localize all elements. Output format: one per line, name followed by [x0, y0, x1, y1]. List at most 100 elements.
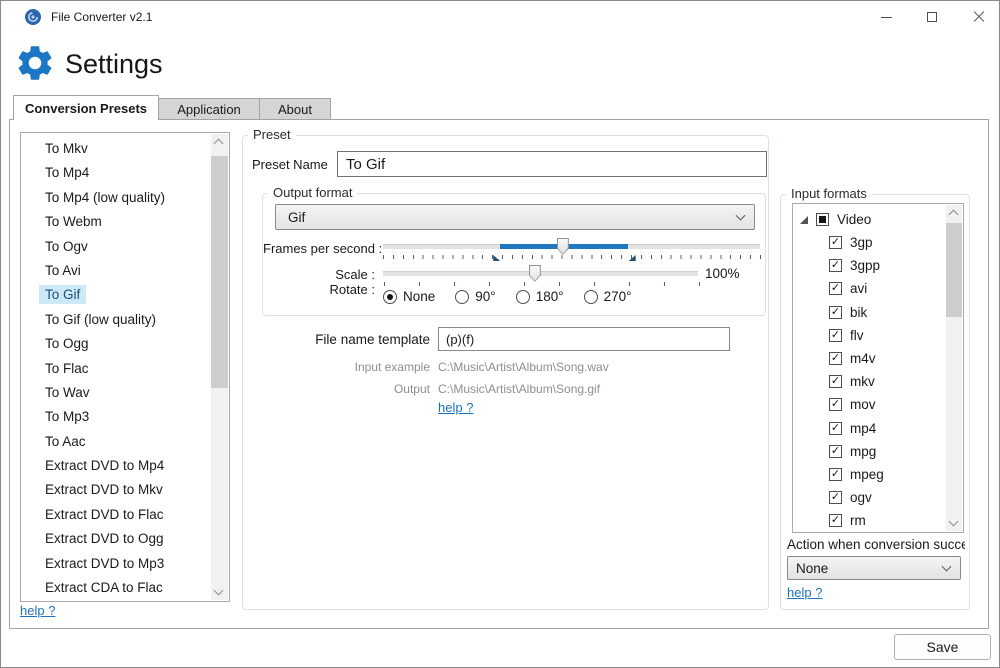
format-row[interactable]: ✓avi: [793, 277, 943, 300]
input-example-label: Input example: [308, 360, 430, 374]
format-label: ogv: [850, 490, 872, 505]
page-title: Settings: [65, 49, 163, 80]
conversion-action-dropdown[interactable]: None: [787, 556, 961, 580]
tab-content-panel: To MkvTo Mp4To Mp4 (low quality)To WebmT…: [9, 119, 989, 629]
preset-name-input[interactable]: [337, 151, 767, 177]
fps-slider[interactable]: [383, 238, 760, 256]
output-format-dropdown[interactable]: Gif: [275, 204, 755, 230]
tab-conversion-presets[interactable]: Conversion Presets: [13, 95, 159, 120]
checkbox-checked-icon[interactable]: ✓: [829, 282, 842, 295]
preset-list-item[interactable]: To Ogg: [21, 332, 211, 356]
format-row[interactable]: ✓mp4: [793, 417, 943, 440]
format-row[interactable]: ✓3gp: [793, 231, 943, 254]
checkbox-checked-icon[interactable]: ✓: [829, 375, 842, 388]
conversion-action-label: Action when conversion succe: [787, 537, 965, 552]
preset-list-item[interactable]: To Wav: [21, 381, 211, 405]
scroll-down-icon[interactable]: [214, 586, 224, 596]
close-icon: [973, 11, 985, 23]
checkbox-indeterminate-icon[interactable]: [816, 213, 829, 226]
fps-slider-thumb[interactable]: [557, 238, 569, 255]
preset-name-label: Preset Name: [252, 157, 328, 172]
radio-icon: [455, 290, 469, 304]
preset-list-item[interactable]: To Flac: [21, 357, 211, 381]
checkbox-checked-icon[interactable]: ✓: [829, 329, 842, 342]
file-name-template-label: File name template: [300, 332, 430, 347]
scale-slider[interactable]: [383, 265, 698, 283]
minimize-button[interactable]: [863, 1, 909, 33]
format-row[interactable]: ✓mpeg: [793, 463, 943, 486]
window-title: File Converter v2.1: [51, 10, 152, 24]
checkbox-checked-icon[interactable]: ✓: [829, 422, 842, 435]
fps-range-start-mark: [493, 255, 500, 261]
checkbox-checked-icon[interactable]: ✓: [829, 236, 842, 249]
format-row[interactable]: ✓mov: [793, 393, 943, 416]
preset-list-item[interactable]: Extract DVD to Flac: [21, 503, 211, 527]
rotate-option-90[interactable]: 90°: [455, 289, 495, 304]
preset-list-item[interactable]: Extract CDA to Flac: [21, 576, 211, 600]
format-label: mkv: [850, 374, 875, 389]
scale-slider-thumb[interactable]: [529, 265, 541, 282]
template-help-link[interactable]: help ?: [438, 400, 473, 415]
checkbox-checked-icon[interactable]: ✓: [829, 259, 842, 272]
preset-list-item[interactable]: To Webm: [21, 210, 211, 234]
app-window: File Converter v2.1 Settings Conversion …: [0, 0, 1000, 668]
scroll-up-icon[interactable]: [948, 210, 958, 220]
rotate-option-270[interactable]: 270°: [584, 289, 632, 304]
format-row[interactable]: ✓ ogv: [793, 486, 943, 509]
scrollbar-thumb[interactable]: [946, 223, 962, 317]
rotate-option-180[interactable]: 180°: [516, 289, 564, 304]
preset-list-item[interactable]: Extract DVD to Mp3: [21, 552, 211, 576]
input-formats-tree[interactable]: Video ✓3gp✓3gpp✓avi✓bik✓flv✓m4v✓mkv✓mov✓…: [792, 203, 964, 533]
tab-application[interactable]: Application: [159, 98, 260, 120]
video-tree-node[interactable]: Video: [793, 208, 871, 231]
format-row[interactable]: ✓m4v: [793, 347, 943, 370]
format-row[interactable]: ✓mpg: [793, 440, 943, 463]
formats-help-link[interactable]: help ?: [787, 585, 822, 600]
preset-list-item[interactable]: To Aac: [21, 430, 211, 454]
preset-list-item[interactable]: To Gif: [21, 283, 211, 307]
tab-about[interactable]: About: [260, 98, 331, 120]
checkbox-checked-icon[interactable]: ✓: [829, 491, 842, 504]
output-example-label: Output: [308, 382, 430, 396]
formats-scrollbar[interactable]: [946, 205, 962, 531]
gear-icon: [14, 42, 56, 84]
preset-list-item[interactable]: To Mp3: [21, 405, 211, 429]
rotate-options: None 90° 180° 270°: [383, 289, 632, 304]
presets-help-link[interactable]: help ?: [20, 603, 55, 618]
scrollbar-thumb[interactable]: [211, 156, 228, 388]
file-name-template-input[interactable]: [438, 327, 730, 351]
maximize-button[interactable]: [909, 1, 955, 33]
preset-list-scrollbar[interactable]: [211, 134, 228, 600]
preset-list-item[interactable]: To Mp4 (low quality): [21, 186, 211, 210]
save-button[interactable]: Save: [894, 634, 991, 660]
format-row[interactable]: ✓bik: [793, 301, 943, 324]
preset-list-item[interactable]: Extract DVD to Ogg: [21, 527, 211, 551]
format-row[interactable]: ✓3gpp: [793, 254, 943, 277]
maximize-icon: [927, 12, 937, 22]
preset-list[interactable]: To MkvTo Mp4To Mp4 (low quality)To WebmT…: [20, 132, 230, 602]
preset-list-item[interactable]: Extract DVD to Mp4: [21, 454, 211, 478]
scroll-down-icon[interactable]: [948, 517, 958, 527]
format-label: rm: [850, 513, 866, 528]
preset-list-item[interactable]: To Avi: [21, 259, 211, 283]
format-row[interactable]: ✓ mkv: [793, 370, 943, 393]
checkbox-checked-icon[interactable]: ✓: [829, 352, 842, 365]
conversion-action-value: None: [796, 561, 828, 576]
close-button[interactable]: [957, 1, 1000, 33]
scroll-up-icon[interactable]: [214, 139, 224, 149]
checkbox-checked-icon[interactable]: ✓: [829, 468, 842, 481]
checkbox-checked-icon[interactable]: ✓: [829, 398, 842, 411]
checkbox-checked-icon[interactable]: ✓: [829, 445, 842, 458]
checkbox-checked-icon[interactable]: ✓: [829, 306, 842, 319]
rotate-option-none[interactable]: None: [383, 289, 435, 304]
preset-list-item[interactable]: To Mp4: [21, 161, 211, 185]
expander-expanded-icon[interactable]: [800, 216, 808, 224]
scale-label: Scale :: [263, 267, 375, 282]
preset-list-item[interactable]: To Mkv: [21, 137, 211, 161]
format-row[interactable]: ✓ rm: [793, 509, 943, 532]
preset-list-item[interactable]: To Gif (low quality): [21, 308, 211, 332]
format-row[interactable]: ✓flv: [793, 324, 943, 347]
preset-list-item[interactable]: Extract DVD to Mkv: [21, 478, 211, 502]
checkbox-checked-icon[interactable]: ✓: [829, 514, 842, 527]
preset-list-item[interactable]: To Ogv: [21, 235, 211, 259]
